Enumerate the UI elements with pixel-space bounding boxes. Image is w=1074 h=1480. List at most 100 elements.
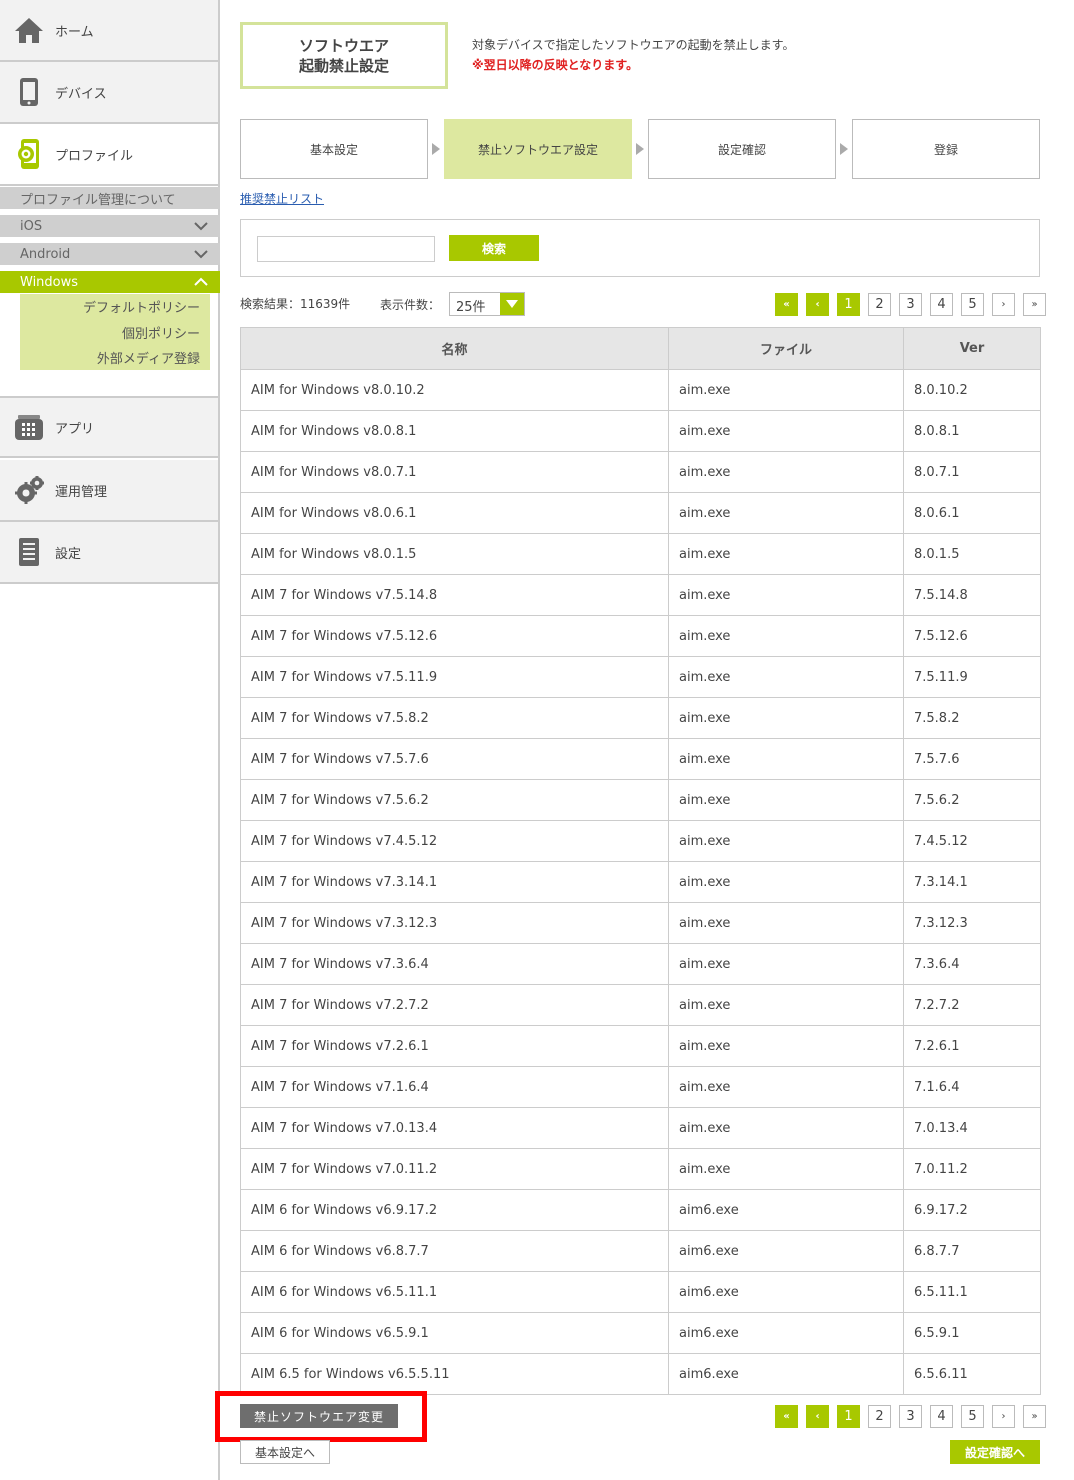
- step-arrow-icon: [840, 143, 848, 155]
- cell-file-name: aim6.exe: [668, 1189, 904, 1231]
- cell-file-name: aim.exe: [668, 1066, 904, 1108]
- page-first-button[interactable]: «: [775, 1405, 798, 1428]
- cell-software-name: AIM for Windows v8.0.1.5: [240, 533, 669, 575]
- step-confirm[interactable]: 設定確認: [648, 119, 836, 179]
- nav-home[interactable]: ホーム: [0, 0, 218, 62]
- page-size-value: 25件: [456, 300, 486, 315]
- back-to-basic-settings-button[interactable]: 基本設定へ: [240, 1440, 330, 1464]
- table-row[interactable]: AIM 7 for Windows v7.3.6.4 aim.exe 7.3.6.4: [240, 943, 1041, 985]
- column-header-name[interactable]: 名称: [240, 327, 669, 370]
- table-row[interactable]: AIM 7 for Windows v7.5.6.2 aim.exe 7.5.6.2: [240, 779, 1041, 821]
- cell-file-name: aim.exe: [668, 533, 904, 575]
- table-row[interactable]: AIM 7 for Windows v7.1.6.4 aim.exe 7.1.6.4: [240, 1066, 1041, 1108]
- cell-file-name: aim.exe: [668, 943, 904, 985]
- page-number-button[interactable]: 3: [899, 1405, 922, 1428]
- cell-software-name: AIM 7 for Windows v7.5.11.9: [240, 656, 669, 698]
- page-number-button[interactable]: 5: [961, 293, 984, 316]
- table-row[interactable]: AIM for Windows v8.0.6.1 aim.exe 8.0.6.1: [240, 492, 1041, 534]
- nav-profile[interactable]: プロファイル: [0, 124, 218, 186]
- table-row[interactable]: AIM 7 for Windows v7.4.5.12 aim.exe 7.4.5.…: [240, 820, 1041, 862]
- cell-version: 7.5.14.8: [903, 574, 1041, 616]
- table-row[interactable]: AIM 7 for Windows v7.2.6.1 aim.exe 7.2.6.1: [240, 1025, 1041, 1067]
- page-number-button[interactable]: 5: [961, 1405, 984, 1428]
- page-number-button[interactable]: 2: [868, 293, 891, 316]
- cell-file-name: aim.exe: [668, 574, 904, 616]
- page-size-select[interactable]: 25件: [449, 292, 525, 316]
- cell-file-name: aim.exe: [668, 779, 904, 821]
- table-row[interactable]: AIM 7 for Windows v7.3.14.1 aim.exe 7.3.14…: [240, 861, 1041, 903]
- table-row[interactable]: AIM 6 for Windows v6.9.17.2 aim6.exe 6.9.1…: [240, 1189, 1041, 1231]
- recommended-list-link[interactable]: 推奨禁止リスト: [240, 190, 324, 207]
- page-prev-button[interactable]: ‹: [806, 293, 829, 316]
- cell-version: 7.2.6.1: [903, 1025, 1041, 1067]
- column-header-version[interactable]: Ver: [903, 327, 1041, 370]
- nav-settings[interactable]: 設定: [0, 522, 218, 584]
- search-input[interactable]: [257, 236, 435, 262]
- page-number-button[interactable]: 4: [930, 1405, 953, 1428]
- table-row[interactable]: AIM 7 for Windows v7.3.12.3 aim.exe 7.3.12…: [240, 902, 1041, 944]
- cell-file-name: aim.exe: [668, 1148, 904, 1190]
- step-prohibited-software[interactable]: 禁止ソフトウエア設定: [444, 119, 632, 179]
- cell-software-name: AIM 7 for Windows v7.3.14.1: [240, 861, 669, 903]
- table-row[interactable]: AIM 7 for Windows v7.5.12.6 aim.exe 7.5.12…: [240, 615, 1041, 657]
- table-row[interactable]: AIM 7 for Windows v7.5.8.2 aim.exe 7.5.8.2: [240, 697, 1041, 739]
- sidebar-item-individual-policy[interactable]: 個別ポリシー: [122, 323, 200, 342]
- cell-software-name: AIM 7 for Windows v7.3.12.3: [240, 902, 669, 944]
- nav-settings-label: 設定: [55, 546, 82, 562]
- table-row[interactable]: AIM 7 for Windows v7.0.11.2 aim.exe 7.0.11…: [240, 1148, 1041, 1190]
- table-row[interactable]: AIM 7 for Windows v7.5.14.8 aim.exe 7.5.14…: [240, 574, 1041, 616]
- table-row[interactable]: AIM 7 for Windows v7.2.7.2 aim.exe 7.2.7.2: [240, 984, 1041, 1026]
- cell-software-name: AIM 6 for Windows v6.9.17.2: [240, 1189, 669, 1231]
- table-row[interactable]: AIM 7 for Windows v7.0.13.4 aim.exe 7.0.13…: [240, 1107, 1041, 1149]
- table-row[interactable]: AIM for Windows v8.0.7.1 aim.exe 8.0.7.1: [240, 451, 1041, 493]
- table-row[interactable]: AIM 6 for Windows v6.5.9.1 aim6.exe 6.5.9.…: [240, 1312, 1041, 1354]
- sidebar-item-windows[interactable]: Windows: [0, 271, 220, 293]
- search-button[interactable]: 検索: [449, 235, 539, 261]
- page-number-button[interactable]: 1: [837, 1405, 860, 1428]
- dropdown-arrow-icon[interactable]: [500, 293, 524, 315]
- cell-file-name: aim.exe: [668, 451, 904, 493]
- nav-operations[interactable]: 運用管理: [0, 460, 218, 522]
- table-row[interactable]: AIM 7 for Windows v7.5.11.9 aim.exe 7.5.11…: [240, 656, 1041, 698]
- table-row[interactable]: AIM 6.5 for Windows v6.5.5.11 aim6.exe 6.5…: [240, 1353, 1041, 1395]
- page-number-button[interactable]: 3: [899, 293, 922, 316]
- sidebar-item-android[interactable]: Android: [0, 243, 220, 265]
- nav-device[interactable]: デバイス: [0, 62, 218, 124]
- cell-version: 6.9.17.2: [903, 1189, 1041, 1231]
- cell-software-name: AIM 7 for Windows v7.5.6.2: [240, 779, 669, 821]
- step-basic-settings[interactable]: 基本設定: [240, 119, 428, 179]
- table-row[interactable]: AIM for Windows v8.0.8.1 aim.exe 8.0.8.1: [240, 410, 1041, 452]
- page-next-button[interactable]: ›: [992, 1405, 1015, 1428]
- cell-version: 7.1.6.4: [903, 1066, 1041, 1108]
- table-row[interactable]: AIM 6 for Windows v6.5.11.1 aim6.exe 6.5.1…: [240, 1271, 1041, 1313]
- page-number-button[interactable]: 4: [930, 293, 953, 316]
- table-row[interactable]: AIM 6 for Windows v6.8.7.7 aim6.exe 6.8.7.…: [240, 1230, 1041, 1272]
- page-number-button[interactable]: 1: [837, 293, 860, 316]
- cell-version: 7.5.7.6: [903, 738, 1041, 780]
- sidebar-item-profile-about[interactable]: プロファイル管理について: [0, 187, 220, 209]
- sidebar-item-external-media[interactable]: 外部メディア登録: [97, 348, 200, 367]
- page-number-button[interactable]: 2: [868, 1405, 891, 1428]
- page-last-button[interactable]: »: [1023, 1405, 1046, 1428]
- sidebar-item-ios[interactable]: iOS: [0, 215, 220, 237]
- cell-software-name: AIM 7 for Windows v7.1.6.4: [240, 1066, 669, 1108]
- cell-software-name: AIM 7 for Windows v7.5.7.6: [240, 738, 669, 780]
- step-register[interactable]: 登録: [852, 119, 1040, 179]
- page-last-button[interactable]: »: [1023, 293, 1046, 316]
- table-row[interactable]: AIM for Windows v8.0.10.2 aim.exe 8.0.10.2: [240, 369, 1041, 411]
- page-prev-button[interactable]: ‹: [806, 1405, 829, 1428]
- sidebar-item-default-policy[interactable]: デフォルトポリシー: [83, 297, 200, 316]
- cell-version: 6.5.6.11: [903, 1353, 1041, 1395]
- cell-version: 6.5.11.1: [903, 1271, 1041, 1313]
- cell-software-name: AIM for Windows v8.0.7.1: [240, 451, 669, 493]
- cell-file-name: aim6.exe: [668, 1353, 904, 1395]
- table-row[interactable]: AIM for Windows v8.0.1.5 aim.exe 8.0.1.5: [240, 533, 1041, 575]
- cell-version: 8.0.10.2: [903, 369, 1041, 411]
- cell-software-name: AIM 6 for Windows v6.5.9.1: [240, 1312, 669, 1354]
- page-next-button[interactable]: ›: [992, 293, 1015, 316]
- page-first-button[interactable]: «: [775, 293, 798, 316]
- column-header-file[interactable]: ファイル: [668, 327, 904, 370]
- go-to-confirm-button[interactable]: 設定確認へ: [950, 1440, 1040, 1464]
- table-row[interactable]: AIM 7 for Windows v7.5.7.6 aim.exe 7.5.7.6: [240, 738, 1041, 780]
- nav-app[interactable]: アプリ: [0, 396, 218, 458]
